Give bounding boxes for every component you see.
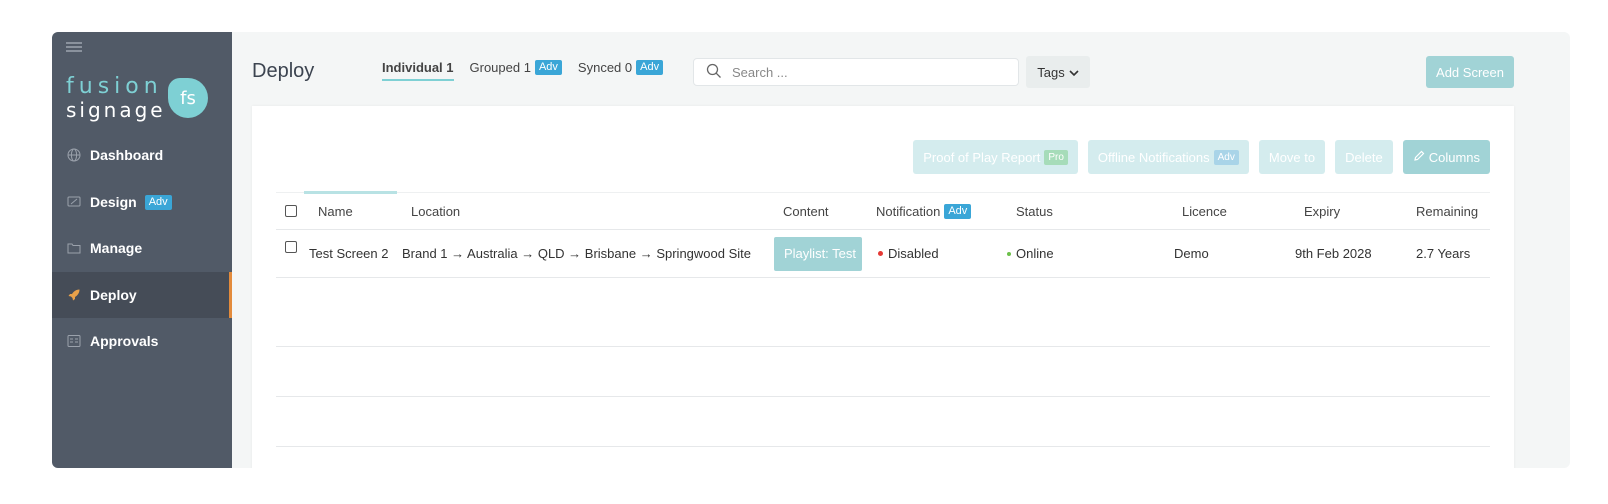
folder-icon	[66, 240, 82, 256]
design-icon	[66, 194, 82, 210]
adv-badge: Adv	[144, 194, 172, 210]
online-status-dot	[1007, 251, 1011, 256]
screen-location-link[interactable]: Brand 1 → Australia → QLD → Brisbane → S…	[402, 230, 751, 277]
sidebar-item-design[interactable]: Design Adv	[52, 179, 232, 225]
tab-grouped[interactable]: Grouped 1 Adv	[470, 60, 562, 81]
adv-badge: Adv	[636, 60, 664, 75]
select-all-checkbox[interactable]	[285, 205, 297, 217]
sidebar-item-deploy[interactable]: Deploy	[52, 272, 232, 318]
status-cell: Online	[1007, 230, 1054, 277]
adv-badge: Adv	[944, 203, 972, 219]
logo-mark: fs	[168, 78, 208, 118]
proof-of-play-button[interactable]: Proof of Play Report Pro	[913, 140, 1078, 174]
notification-cell: Disabled	[878, 230, 939, 277]
empty-row	[276, 397, 1490, 447]
sidebar-item-approvals[interactable]: Approvals	[52, 318, 232, 364]
empty-row	[276, 278, 1490, 347]
sidebar-item-dashboard[interactable]: Dashboard	[52, 132, 232, 178]
screens-panel: Proof of Play Report Pro Offline Notific…	[252, 106, 1514, 468]
sidebar-item-manage[interactable]: Manage	[52, 225, 232, 271]
logo-text-fusion: fusion	[66, 74, 163, 99]
header-content[interactable]: Content	[783, 193, 829, 229]
action-toolbar: Proof of Play Report Pro Offline Notific…	[913, 140, 1490, 174]
tab-label: Individual 1	[382, 60, 454, 75]
search-box	[693, 58, 1019, 86]
button-label: Columns	[1428, 149, 1480, 165]
header-expiry[interactable]: Expiry	[1304, 193, 1340, 229]
sidebar-item-label: Design	[90, 194, 137, 210]
notification-value: Disabled	[888, 246, 939, 261]
adv-badge: Adv	[1213, 149, 1239, 165]
content-cell: Playlist: Test	[774, 230, 862, 277]
disabled-status-dot	[878, 251, 883, 256]
menu-icon[interactable]	[66, 42, 82, 56]
header-notification[interactable]: Notification Adv	[876, 193, 972, 229]
header-label: Notification	[876, 203, 941, 219]
status-value: Online	[1016, 246, 1054, 261]
deploy-tabs: Individual 1 Grouped 1 Adv Synced 0 Adv	[382, 60, 664, 81]
table-header: Name Location Content Notification Adv S…	[276, 191, 1490, 230]
header-status[interactable]: Status	[1016, 193, 1053, 229]
search-icon	[706, 63, 722, 82]
offline-notifications-button[interactable]: Offline Notifications Adv	[1087, 140, 1249, 174]
columns-button[interactable]: Columns	[1402, 140, 1490, 174]
row-select-cell	[285, 230, 297, 277]
remaining-value: 2.7 Years	[1416, 246, 1471, 261]
row-checkbox[interactable]	[285, 241, 297, 253]
licence-value: Demo	[1174, 246, 1209, 261]
page-title: Deploy	[252, 60, 315, 82]
delete-button[interactable]: Delete	[1335, 140, 1393, 174]
screens-table: Name Location Content Notification Adv S…	[276, 191, 1490, 447]
sidebar-item-label: Deploy	[90, 287, 137, 303]
pencil-icon	[1413, 150, 1425, 165]
header-name[interactable]: Name	[318, 193, 353, 229]
sidebar-item-label: Dashboard	[90, 147, 164, 163]
pro-badge: Pro	[1044, 149, 1068, 165]
chevron-down-icon	[1069, 65, 1079, 80]
sidebar-item-label: Manage	[90, 240, 143, 256]
tab-label: Grouped 1	[469, 60, 531, 75]
search-input[interactable]	[732, 64, 1002, 80]
tab-synced[interactable]: Synced 0 Adv	[577, 60, 664, 81]
rocket-icon	[66, 287, 82, 303]
tags-label: Tags	[1037, 64, 1065, 80]
adv-badge: Adv	[534, 60, 562, 75]
tab-label: Synced 0	[577, 60, 633, 75]
header-location[interactable]: Location	[411, 193, 460, 229]
logo[interactable]: fusion signage fs	[66, 74, 216, 124]
app-window: fusion signage fs Dashboard Design Adv M…	[52, 32, 1570, 468]
empty-row	[276, 347, 1490, 397]
screen-name-link[interactable]: Test Screen 2	[309, 230, 389, 277]
tags-dropdown[interactable]: Tags	[1026, 56, 1090, 88]
globe-icon	[66, 147, 82, 163]
tab-individual[interactable]: Individual 1	[382, 60, 454, 81]
sidebar: fusion signage fs Dashboard Design Adv M…	[52, 32, 232, 468]
sidebar-item-label: Approvals	[90, 333, 159, 349]
table-row[interactable]: Test Screen 2 Brand 1 → Australia → QLD …	[276, 230, 1490, 278]
header-licence[interactable]: Licence	[1182, 193, 1227, 229]
playlist-button[interactable]: Playlist: Test	[774, 236, 862, 271]
button-label: Proof of Play Report	[923, 149, 1041, 165]
select-all-cell	[285, 193, 297, 229]
header-remaining[interactable]: Remaining	[1416, 193, 1478, 229]
button-label: Offline Notifications	[1097, 149, 1210, 165]
logo-text-signage: signage	[66, 98, 166, 122]
move-to-button[interactable]: Move to	[1258, 140, 1326, 174]
expiry-value: 9th Feb 2028	[1295, 246, 1372, 261]
approvals-icon	[66, 333, 82, 349]
add-screen-button[interactable]: Add Screen	[1426, 56, 1514, 88]
